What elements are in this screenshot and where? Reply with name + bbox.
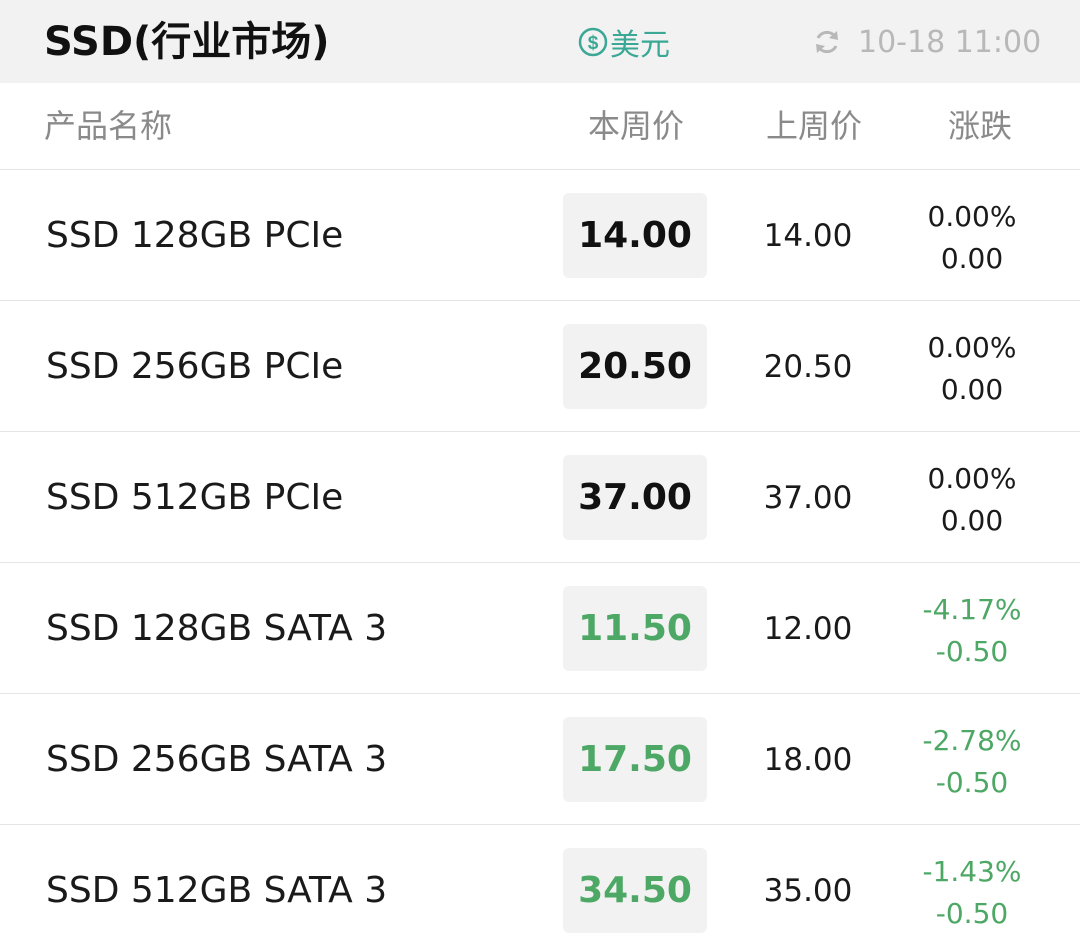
previous-price: 14.00 [763,218,853,254]
change-percent: -1.43% [922,855,1022,888]
table-row[interactable]: SSD 256GB PCIe 20.50 20.50 0.00% 0.00 [0,301,1080,432]
change-amount: 0.00 [940,242,1004,275]
previous-price: 35.00 [763,873,853,909]
update-timestamp: 10-18 11:00 [858,24,1042,60]
product-name: SSD 128GB SATA 3 [46,608,388,649]
previous-price: 20.50 [763,349,853,385]
top-bar: SSD(行业市场) $ 美元 10-18 11:00 [0,0,1080,83]
change-amount: -0.50 [935,766,1009,799]
price-change: 0.00% 0.00 [902,458,1042,542]
change-amount: -0.50 [935,635,1009,668]
price-change: -1.43% -0.50 [902,851,1042,935]
previous-price: 37.00 [763,480,853,516]
table-row[interactable]: SSD 256GB SATA 3 17.50 18.00 -2.78% -0.5… [0,694,1080,825]
previous-price: 12.00 [763,611,853,647]
change-percent: -4.17% [922,593,1022,626]
current-price: 17.50 [563,717,707,802]
table-row[interactable]: SSD 512GB SATA 3 34.50 35.00 -1.43% -0.5… [0,825,1080,940]
product-name: SSD 512GB PCIe [46,477,344,518]
change-percent: 0.00% [927,200,1017,233]
current-price: 34.50 [563,848,707,933]
refresh-button[interactable]: 10-18 11:00 [812,22,1041,62]
current-price: 20.50 [563,324,707,409]
current-price: 11.50 [563,586,707,671]
product-name: SSD 256GB SATA 3 [46,739,388,780]
change-amount: 0.00 [940,504,1004,537]
price-change: -4.17% -0.50 [902,589,1042,673]
product-name: SSD 256GB PCIe [46,346,344,387]
current-price: 37.00 [563,455,707,540]
column-header-previous-price[interactable]: 上周价 [744,105,884,147]
page-title: SSD(行业市场) [44,19,330,65]
column-header-name[interactable]: 产品名称 [44,105,172,147]
table-row[interactable]: SSD 512GB PCIe 37.00 37.00 0.00% 0.00 [0,432,1080,563]
previous-price: 18.00 [763,742,853,778]
price-change: -2.78% -0.50 [902,720,1042,804]
svg-text:$: $ [588,33,599,54]
table-header: 产品名称 本周价 上周价 涨跌 [0,83,1080,170]
change-amount: -0.50 [935,897,1009,930]
change-amount: 0.00 [940,373,1004,406]
product-name: SSD 512GB SATA 3 [46,870,388,911]
column-header-current-price[interactable]: 本周价 [566,105,706,147]
currency-toggle[interactable]: $ 美元 [578,22,670,63]
product-name: SSD 128GB PCIe [46,215,344,256]
refresh-icon [816,30,838,54]
price-table: SSD 128GB PCIe 14.00 14.00 0.00% 0.00 SS… [0,170,1080,940]
table-row[interactable]: SSD 128GB PCIe 14.00 14.00 0.00% 0.00 [0,170,1080,301]
price-change: 0.00% 0.00 [902,196,1042,280]
column-header-change[interactable]: 涨跌 [910,105,1050,147]
dollar-coin-icon: $ [578,27,608,57]
table-row[interactable]: SSD 128GB SATA 3 11.50 12.00 -4.17% -0.5… [0,563,1080,694]
price-change: 0.00% 0.00 [902,327,1042,411]
change-percent: -2.78% [922,724,1022,757]
change-percent: 0.00% [927,331,1017,364]
current-price: 14.00 [563,193,707,278]
currency-label: 美元 [610,28,670,63]
change-percent: 0.00% [927,462,1017,495]
